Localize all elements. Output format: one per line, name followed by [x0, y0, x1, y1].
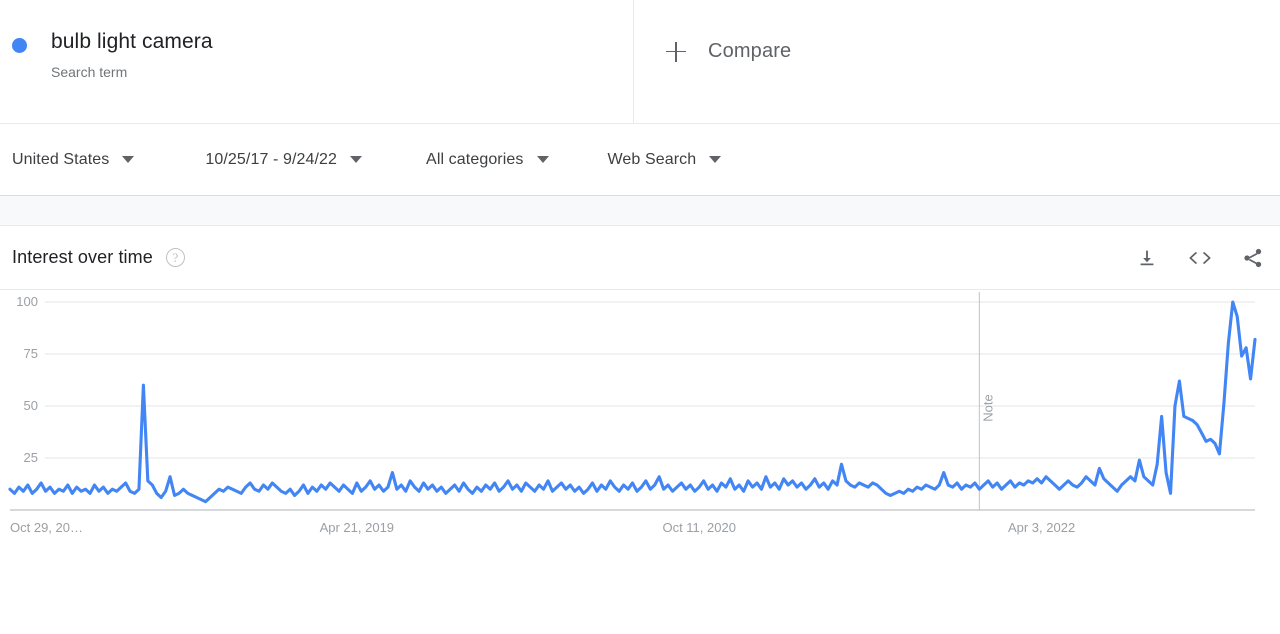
- x-axis-tick-label: Oct 29, 20…: [10, 520, 83, 535]
- share-icon[interactable]: [1242, 247, 1264, 269]
- compare-button[interactable]: Compare: [666, 40, 791, 63]
- chevron-down-icon: [350, 156, 363, 163]
- x-axis-tick-label: Apr 21, 2019: [320, 520, 394, 535]
- download-icon[interactable]: [1136, 247, 1158, 269]
- filter-search-type-label: Web Search: [607, 150, 697, 168]
- series-color-dot: [12, 38, 27, 53]
- filter-time-range[interactable]: 10/25/17 - 9/24/22: [205, 150, 363, 169]
- filter-category[interactable]: All categories: [426, 150, 549, 169]
- chevron-down-icon: [122, 156, 135, 163]
- help-icon[interactable]: ?: [165, 248, 185, 267]
- search-term-card[interactable]: bulb light camera Search term: [0, 0, 634, 123]
- chevron-down-icon: [536, 156, 549, 163]
- search-term-type: Search term: [51, 64, 128, 80]
- filter-search-type[interactable]: Web Search: [608, 151, 722, 169]
- search-term-bar: bulb light camera Search term Compare: [0, 0, 1280, 124]
- filter-bar: United States 10/25/17 - 9/24/22 All cat…: [0, 124, 1280, 196]
- compare-label: Compare: [708, 40, 792, 62]
- filter-geo[interactable]: United States: [12, 150, 135, 169]
- note-marker-label[interactable]: Note: [980, 394, 995, 421]
- y-axis-tick-label: 75: [24, 346, 38, 361]
- x-axis-tick-label: Apr 3, 2022: [1008, 520, 1075, 535]
- trend-line[interactable]: [8, 300, 1257, 504]
- chevron-down-icon: [709, 156, 722, 163]
- filter-category-label: All categories: [426, 150, 524, 168]
- x-axis-tick-label: Oct 11, 2020: [662, 520, 735, 535]
- card-actions: [1136, 247, 1264, 269]
- compare-cell: Compare: [634, 0, 1280, 123]
- y-axis-tick-label: 100: [16, 294, 38, 309]
- y-axis-tick-label: 50: [24, 398, 38, 413]
- filter-geo-label: United States: [12, 150, 110, 168]
- trends-line-chart[interactable]: 25 50 75 100 Note Oct 29, 20… Apr 21, 2019 Oct …: [0, 290, 1280, 634]
- search-term-title: bulb light camera: [51, 30, 213, 53]
- y-axis-tick-label: 25: [24, 450, 38, 465]
- search-term-text: bulb light camera Search term: [51, 28, 213, 81]
- section-separator-band: [0, 196, 1280, 226]
- plus-icon: [666, 41, 686, 62]
- embed-icon[interactable]: [1188, 247, 1212, 269]
- interest-over-time-header: Interest over time ?: [0, 226, 1280, 290]
- interest-over-time-chart[interactable]: 25 50 75 100 Note Oct 29, 20… Apr 21, 2019 Oct …: [0, 290, 1280, 634]
- filter-time-range-label: 10/25/17 - 9/24/22: [205, 150, 338, 168]
- card-title: Interest over time: [12, 247, 153, 267]
